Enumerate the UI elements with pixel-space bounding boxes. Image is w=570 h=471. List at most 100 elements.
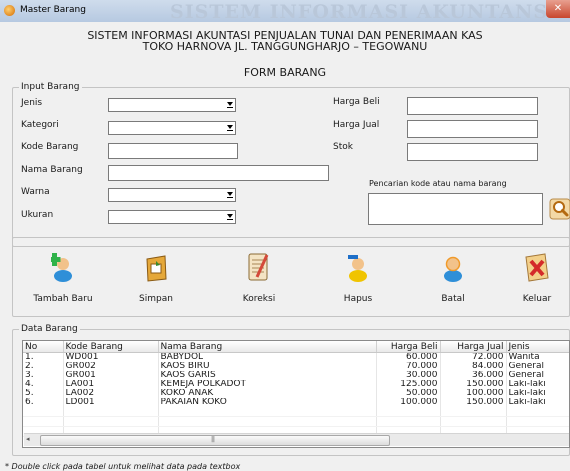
column-header-no[interactable]: No [23, 341, 64, 353]
cell-kode: LA001 [63, 380, 159, 389]
stok-field[interactable] [407, 143, 538, 161]
cell-jenis: Laki-laki [506, 389, 569, 398]
search-input[interactable] [368, 193, 543, 225]
scroll-left-icon[interactable]: ◂ [26, 435, 30, 443]
ukuran-label: Ukuran [21, 210, 54, 220]
cell-jenis: Laki-laki [506, 380, 569, 389]
chevron-down-icon [227, 192, 233, 198]
data-group-title: Data Barang [19, 324, 80, 335]
chevron-down-icon [227, 102, 233, 108]
column-header-kode[interactable]: Kode Barang [63, 341, 159, 353]
batal-label: Batal [441, 294, 465, 304]
column-header-harga-beli[interactable]: Harga Beli [376, 341, 441, 353]
footnote: * Double click pada tabel untuk melihat … [5, 462, 241, 471]
cell-kode: LD001 [63, 398, 159, 407]
jenis-select[interactable] [108, 98, 236, 112]
horizontal-scrollbar[interactable]: ◂ ||| [24, 433, 569, 446]
data-table[interactable]: No Kode Barang Nama Barang Harga Beli Ha… [22, 340, 570, 448]
table-row[interactable]: 1. WD001 BABYDOL 60.000 72.000 Wanita [23, 352, 569, 362]
table-header: No Kode Barang Nama Barang Harga Beli Ha… [23, 341, 569, 353]
chevron-down-icon [227, 214, 233, 220]
cell-jenis: Wanita [506, 352, 569, 362]
cell-harga-jual: 84.000 [440, 362, 507, 371]
koreksi-button[interactable]: Koreksi [219, 251, 299, 304]
form-title: FORM BARANG [243, 66, 327, 79]
header-line-2: TOKO HARNOVA JL. TANGGUNGHARJO – TEGOWAN… [142, 40, 428, 53]
table-row[interactable]: 2. GR002 KAOS BIRU 70.000 84.000 General [23, 362, 569, 371]
close-button[interactable]: ✕ [546, 0, 570, 18]
keluar-button[interactable]: Keluar [497, 251, 570, 304]
cell-nama: BABYDOL [158, 352, 377, 362]
table-row-empty [23, 416, 569, 427]
cell-no: 3. [23, 371, 64, 380]
tambah-baru-button[interactable]: Tambah Baru [23, 251, 103, 304]
cancel-user-icon [444, 256, 462, 282]
cell-jenis: Laki-laki [506, 398, 569, 407]
cell-harga-beli: 60.000 [376, 352, 441, 362]
scrollbar-thumb[interactable]: ||| [40, 435, 390, 446]
cell-harga-jual: 36.000 [440, 371, 507, 380]
table-row[interactable]: 5. LA002 KOKO ANAK 50.000 100.000 Laki-l… [23, 389, 569, 398]
cell-jenis: General [506, 371, 569, 380]
cell-harga-jual: 150.000 [440, 380, 507, 389]
nama-barang-field[interactable] [108, 165, 329, 181]
table-row[interactable]: 3. GR001 KAOS GARIS 30.000 36.000 Genera… [23, 371, 569, 380]
cell-nama: PAKAIAN KOKO [158, 398, 377, 407]
cell-kode: WD001 [63, 352, 159, 362]
delete-user-icon [348, 255, 367, 282]
kategori-select[interactable] [108, 121, 236, 135]
cell-harga-beli: 125.000 [376, 380, 441, 389]
input-group: Input Barang Jenis Kategori Kode Barang … [12, 82, 570, 247]
table-row[interactable]: 4. LA001 KEMEJA POLKADOT 125.000 150.000… [23, 380, 569, 389]
cell-no: 6. [23, 398, 64, 407]
cell-kode: GR002 [63, 362, 159, 371]
simpan-label: Simpan [139, 294, 173, 304]
search-button[interactable] [549, 198, 570, 220]
table-row-empty [23, 407, 569, 417]
cell-nama: KAOS BIRU [158, 362, 377, 371]
toolbar-group: Tambah Baru Simpan Koreksi Hapus Batal K… [12, 237, 570, 317]
cell-no: 2. [23, 362, 64, 371]
app-icon [4, 5, 15, 16]
column-header-jenis[interactable]: Jenis [506, 341, 569, 353]
title-watermark: SISTEM INFORMASI AKUNTANSI [170, 1, 559, 23]
hapus-button[interactable]: Hapus [318, 251, 398, 304]
koreksi-label: Koreksi [242, 294, 276, 304]
kode-barang-label: Kode Barang [21, 142, 79, 152]
cell-harga-jual: 150.000 [440, 398, 507, 407]
cell-kode: GR001 [63, 371, 159, 380]
cell-no: 1. [23, 352, 64, 362]
add-user-icon [51, 253, 72, 282]
chevron-down-icon [227, 125, 233, 131]
title-bar: Master Barang SISTEM INFORMASI AKUNTANSI… [0, 0, 570, 23]
cell-harga-jual: 100.000 [440, 389, 507, 398]
harga-jual-field[interactable] [407, 120, 538, 138]
magnifier-icon [549, 198, 570, 220]
keluar-label: Keluar [522, 294, 552, 304]
cell-nama: KAOS GARIS [158, 371, 377, 380]
input-group-title: Input Barang [19, 82, 82, 93]
kategori-label: Kategori [21, 120, 59, 130]
window-title: Master Barang [20, 5, 86, 15]
warna-select[interactable] [108, 188, 236, 202]
save-box-icon [146, 255, 167, 282]
cell-no: 5. [23, 389, 64, 398]
cell-kode: LA002 [63, 389, 159, 398]
harga-beli-label: Harga Beli [333, 97, 380, 107]
cell-nama: KOKO ANAK [158, 389, 377, 398]
search-label: Pencarian kode atau nama barang [369, 179, 507, 188]
hapus-label: Hapus [343, 294, 373, 304]
cell-nama: KEMEJA POLKADOT [158, 380, 377, 389]
cell-harga-jual: 72.000 [440, 352, 507, 362]
cell-harga-beli: 50.000 [376, 389, 441, 398]
batal-button[interactable]: Batal [413, 251, 493, 304]
table-row[interactable]: 6. LD001 PAKAIAN KOKO 100.000 150.000 La… [23, 398, 569, 407]
scrollbar-grip: ||| [211, 436, 215, 443]
harga-beli-field[interactable] [407, 97, 538, 115]
simpan-button[interactable]: Simpan [116, 251, 196, 304]
ukuran-select[interactable] [108, 210, 236, 224]
stok-label: Stok [333, 142, 353, 152]
column-header-nama[interactable]: Nama Barang [158, 341, 377, 353]
kode-barang-field[interactable] [108, 143, 238, 159]
column-header-harga-jual[interactable]: Harga Jual [440, 341, 507, 353]
